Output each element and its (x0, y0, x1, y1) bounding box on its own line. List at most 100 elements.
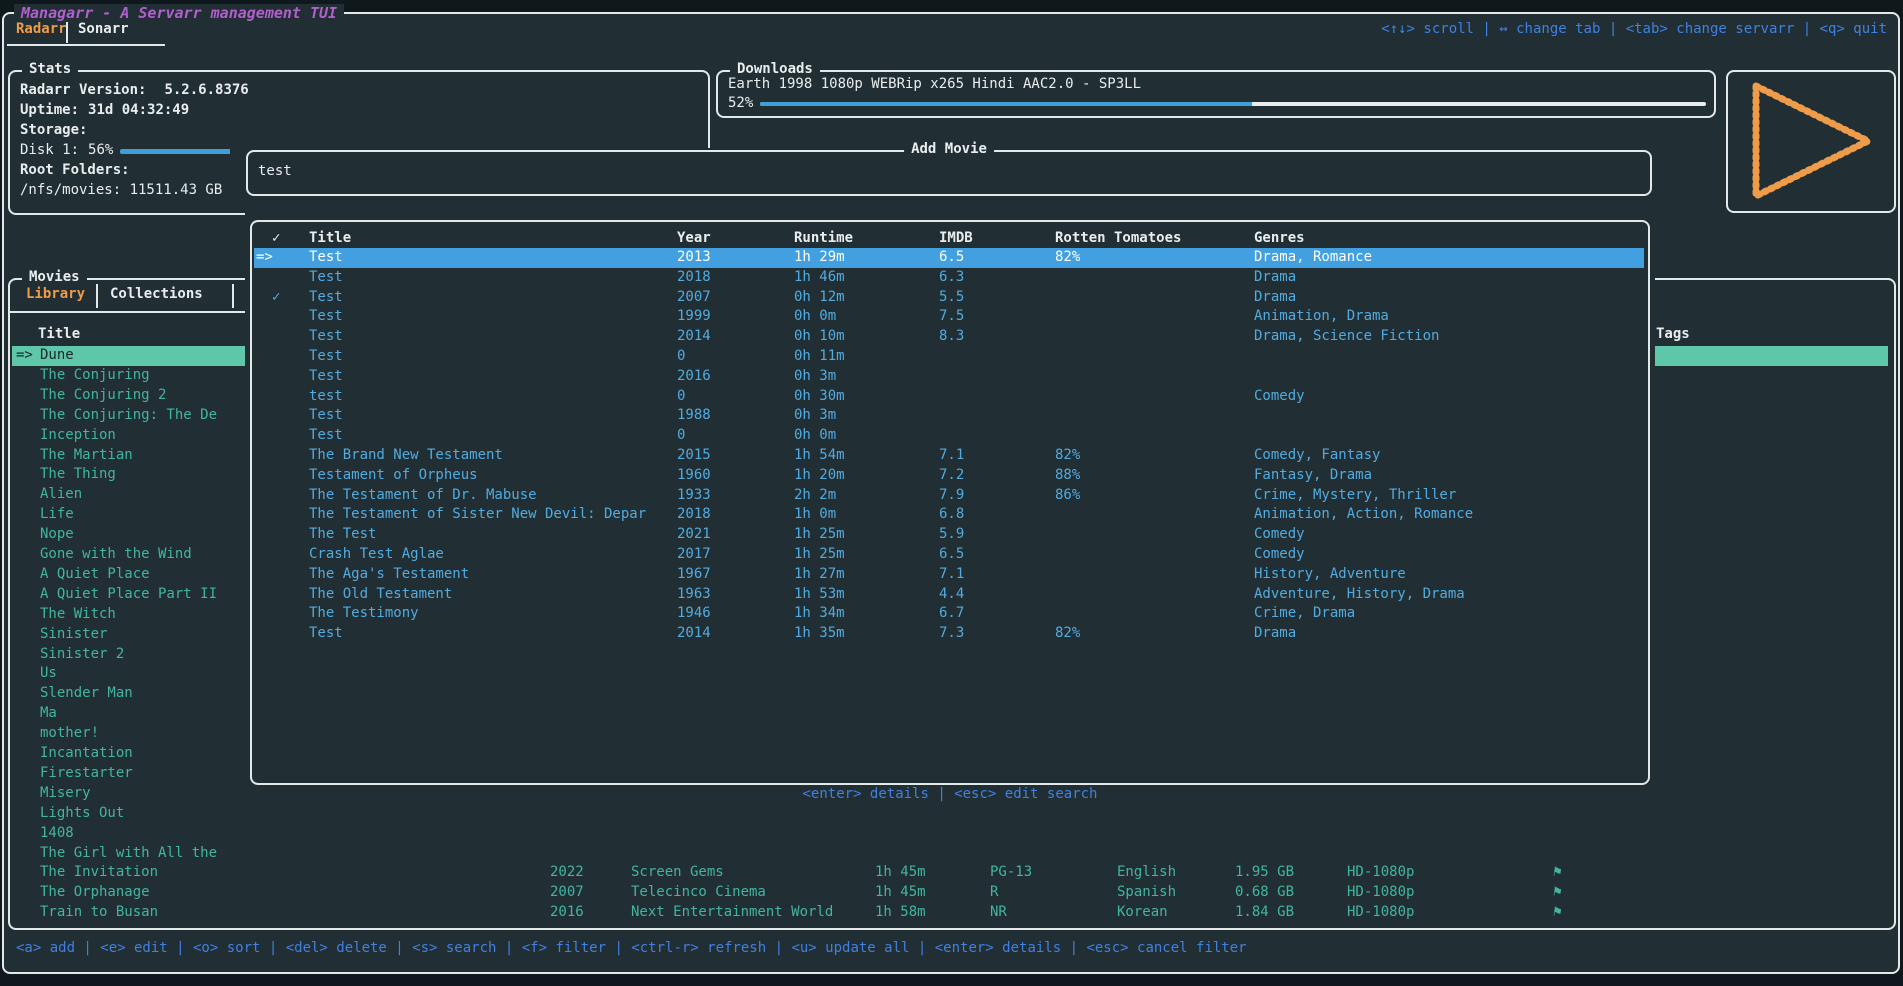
cell-runtime: 1h 25m (794, 546, 845, 562)
movie-title: The Martian (40, 447, 133, 463)
library-row[interactable]: A Quiet Place (12, 565, 246, 585)
cell-imdb: 5.5 (939, 289, 964, 305)
cell-runtime: 0h 3m (794, 407, 836, 423)
cell-size: 1.84 GB (1235, 904, 1294, 920)
library-row[interactable]: Alien (12, 485, 246, 505)
add-movie-popup: Add Movie ✓ Title Year Runtime IMDB Rott… (245, 148, 1655, 864)
result-row[interactable]: The Old Testament19631h 53m4.4Adventure,… (254, 585, 1644, 605)
cell-runtime: 1h 54m (794, 447, 845, 463)
result-row[interactable]: The Brand New Testament20151h 54m7.182%C… (254, 446, 1644, 466)
library-row[interactable]: Train to Busan (12, 903, 246, 923)
library-row[interactable]: Sinister 2 (12, 645, 246, 665)
library-row[interactable]: =>Dune (12, 346, 246, 366)
results-header-title: Title (309, 230, 351, 246)
result-row[interactable]: Test20140h 10m8.3Drama, Science Fiction (254, 327, 1644, 347)
result-row[interactable]: Test20141h 35m7.382%Drama (254, 624, 1644, 644)
library-row[interactable]: Sinister (12, 625, 246, 645)
cell-imdb: 8.3 (939, 328, 964, 344)
library-row[interactable]: The Martian (12, 446, 246, 466)
movie-title: Us (40, 665, 57, 681)
cell-runtime: 0h 12m (794, 289, 845, 305)
library-row[interactable]: Ma (12, 704, 246, 724)
library-row[interactable]: A Quiet Place Part II (12, 585, 246, 605)
library-row[interactable]: Inception (12, 426, 246, 446)
movie-title: Life (40, 506, 74, 522)
disk-label: Disk 1: (20, 142, 79, 158)
cell-title: Test (309, 368, 343, 384)
cell-year: 2013 (677, 249, 711, 265)
cell-runtime: 1h 46m (794, 269, 845, 285)
library-row[interactable]: 1408 (12, 824, 246, 844)
cell-runtime: 1h 35m (794, 625, 845, 641)
library-row[interactable]: The Thing (12, 465, 246, 485)
cell-genres: Comedy (1254, 388, 1305, 404)
result-row[interactable]: Test19880h 3m (254, 406, 1644, 426)
cell-studio: Next Entertainment World (631, 904, 833, 920)
result-row[interactable]: Testament of Orpheus19601h 20m7.288%Fant… (254, 466, 1644, 486)
result-row[interactable]: Test19990h 0m7.5Animation, Drama (254, 307, 1644, 327)
result-row[interactable]: Test00h 11m (254, 347, 1644, 367)
checkmark-icon: ✓ (272, 289, 280, 305)
library-row[interactable]: The Witch (12, 605, 246, 625)
cell-title: Testament of Orpheus (309, 467, 478, 483)
result-row[interactable]: ✓Test20070h 12m5.5Drama (254, 288, 1644, 308)
cell-runtime: 2h 2m (794, 487, 836, 503)
result-row[interactable]: The Test20211h 25m5.9Comedy (254, 525, 1644, 545)
cell-title: The Old Testament (309, 586, 452, 602)
cell-runtime: 1h 20m (794, 467, 845, 483)
movie-title: The Conjuring: The De (40, 407, 217, 423)
result-row[interactable]: test00h 30mComedy (254, 387, 1644, 407)
cell-title: Test (309, 269, 343, 285)
result-row[interactable]: Crash Test Aglae20171h 25m6.5Comedy (254, 545, 1644, 565)
add-movie-title: Add Movie (904, 141, 994, 157)
logo-panel (1726, 70, 1896, 213)
movie-title: Firestarter (40, 765, 133, 781)
library-row[interactable]: Gone with the Wind (12, 545, 246, 565)
result-row[interactable]: =>Test20131h 29m6.582%Drama, Romance (254, 248, 1644, 268)
cell-quality: HD-1080p (1347, 884, 1414, 900)
cell-title: Test (309, 289, 343, 305)
tab-collections[interactable]: Collections (110, 286, 203, 302)
library-row[interactable]: Us (12, 664, 246, 684)
result-row[interactable]: Test20160h 3m (254, 367, 1644, 387)
movie-title: A Quiet Place Part II (40, 586, 217, 602)
add-movie-results-box: ✓ Title Year Runtime IMDB Rotten Tomatoe… (250, 220, 1650, 785)
library-row[interactable]: The Conjuring 2 (12, 386, 246, 406)
cell-runtime: 1h 58m (875, 904, 926, 920)
library-row[interactable]: Lights Out (12, 804, 246, 824)
cell-imdb: 6.7 (939, 605, 964, 621)
radarr-version-value: 5.2.6.8376 (164, 82, 248, 98)
library-row[interactable]: mother! (12, 724, 246, 744)
tab-radarr[interactable]: Radarr (16, 21, 67, 37)
library-row[interactable]: The Girl with All the (12, 844, 246, 864)
library-row[interactable]: Firestarter (12, 764, 246, 784)
cell-runtime: 1h 25m (794, 526, 845, 542)
result-row[interactable]: The Testimony19461h 34m6.7Crime, Drama (254, 604, 1644, 624)
cell-size: 1.95 GB (1235, 864, 1294, 880)
library-row[interactable]: Misery (12, 784, 246, 804)
tab-library[interactable]: Library (26, 286, 85, 302)
monitored-bookmark-icon: ⚑ (1552, 904, 1563, 921)
cell-year: 2016 (677, 368, 711, 384)
result-row[interactable]: Test20181h 46m6.3Drama (254, 268, 1644, 288)
storage-label: Storage: (20, 122, 87, 138)
result-row[interactable]: Test00h 0m (254, 426, 1644, 446)
tab-sonarr[interactable]: Sonarr (78, 21, 129, 37)
search-input[interactable] (256, 162, 860, 180)
library-row[interactable]: Incantation (12, 744, 246, 764)
library-row[interactable]: The Invitation (12, 863, 246, 883)
add-movie-search-box: Add Movie (246, 150, 1652, 196)
cell-runtime: 0h 0m (794, 308, 836, 324)
movie-title: 1408 (40, 825, 74, 841)
library-row[interactable]: The Orphanage (12, 883, 246, 903)
library-row[interactable]: Life (12, 505, 246, 525)
library-row[interactable]: The Conjuring (12, 366, 246, 386)
cell-title: The Testimony (309, 605, 419, 621)
library-row[interactable]: Slender Man (12, 684, 246, 704)
library-row[interactable]: Nope (12, 525, 246, 545)
selection-arrow: => (256, 249, 273, 265)
result-row[interactable]: The Aga's Testament19671h 27m7.1History,… (254, 565, 1644, 585)
result-row[interactable]: The Testament of Dr. Mabuse19332h 2m7.98… (254, 486, 1644, 506)
library-row[interactable]: The Conjuring: The De (12, 406, 246, 426)
result-row[interactable]: The Testament of Sister New Devil: Depar… (254, 505, 1644, 525)
